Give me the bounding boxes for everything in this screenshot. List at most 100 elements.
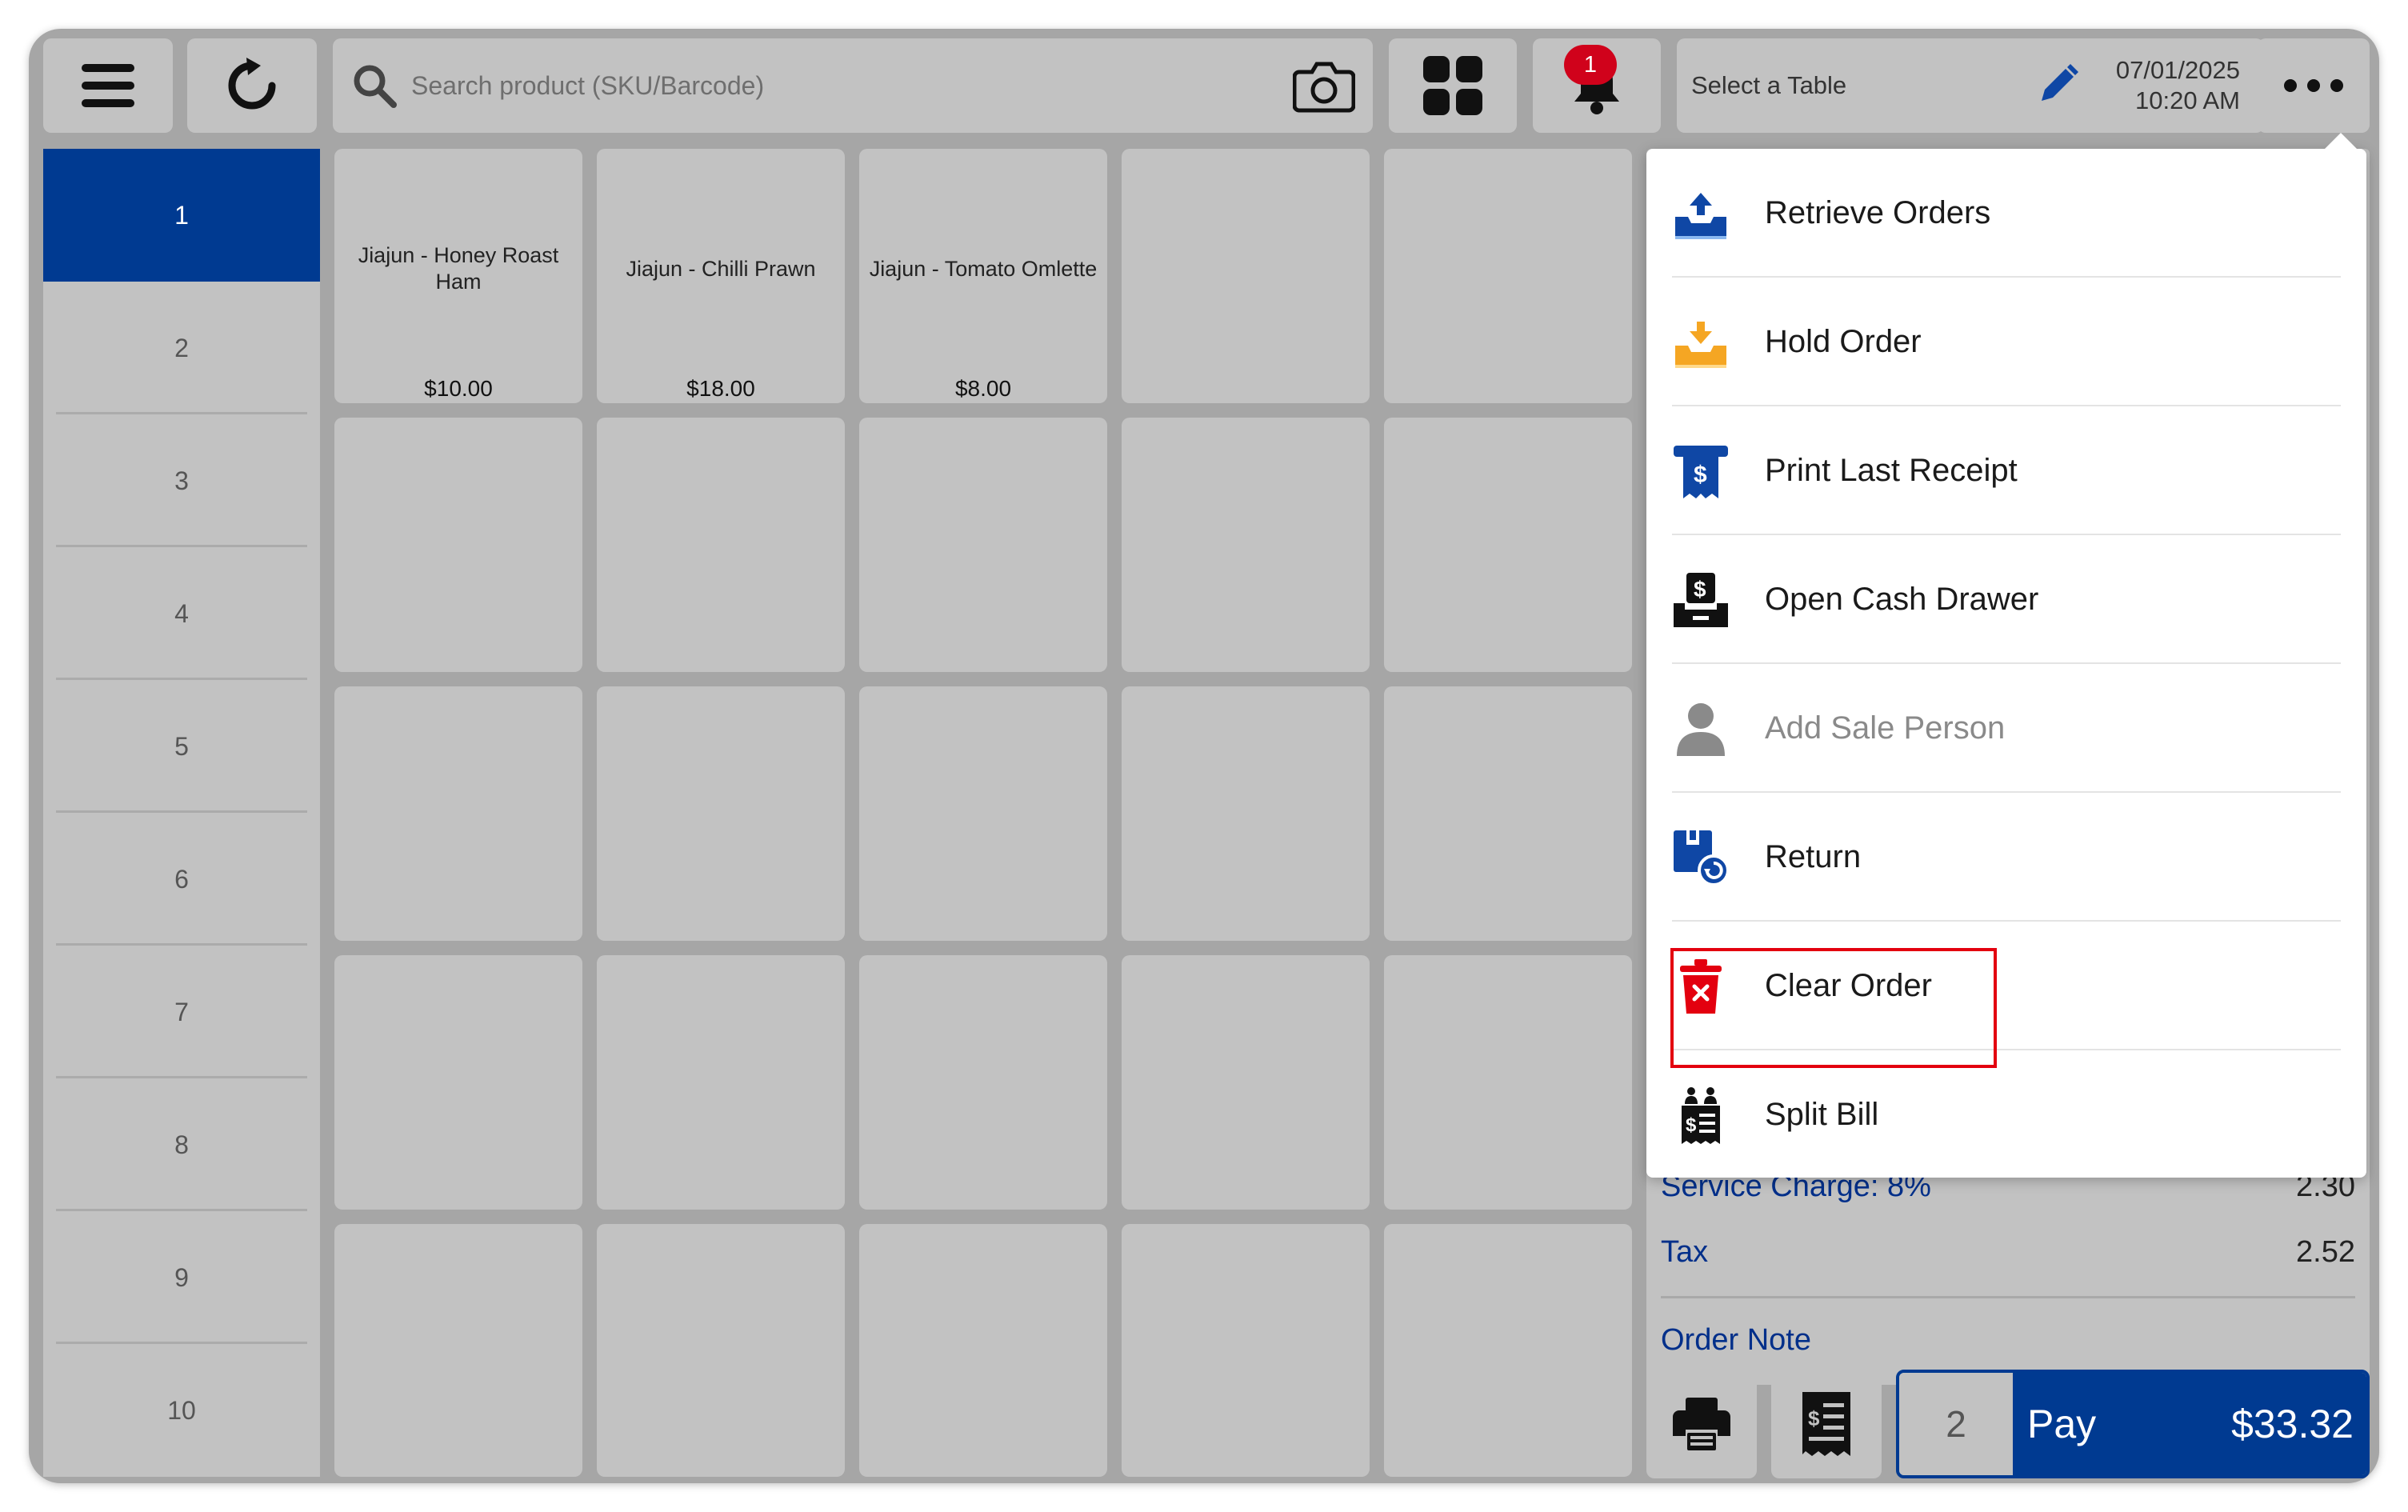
date-text: 07/01/2025 <box>2115 56 2240 84</box>
person-icon <box>1677 702 1725 756</box>
pay-button[interactable]: Pay $33.32 <box>2013 1373 2366 1475</box>
category-item-label: 6 <box>174 864 189 894</box>
pos-screen: 1 Select a Table 07/01/2025 10:20 AM 1 2… <box>29 29 2379 1483</box>
print-button[interactable] <box>1646 1370 1757 1478</box>
category-item-label: 4 <box>174 598 189 628</box>
table-label: Select a Table <box>1691 71 1847 99</box>
menu-item-label: Print Last Receipt <box>1765 453 2018 488</box>
menu-item-label: Retrieve Orders <box>1765 195 1991 230</box>
category-item-3[interactable]: 3 <box>43 414 320 547</box>
category-item-4[interactable]: 4 <box>43 547 320 680</box>
category-item-label: 2 <box>174 333 189 362</box>
product-name: Jiajun - Honey Roast Ham <box>358 243 559 294</box>
empty-tile[interactable] <box>1384 149 1632 403</box>
pay-area: 2 Pay $33.32 <box>1896 1370 2370 1478</box>
category-item-label: 9 <box>174 1262 189 1292</box>
empty-tile[interactable] <box>597 686 845 941</box>
more-options-menu: Retrieve Orders Hold Order $ Print Last … <box>1646 149 2366 1178</box>
menu-item-print-last-receipt[interactable]: $ Print Last Receipt <box>1646 406 2366 535</box>
category-item-9[interactable]: 9 <box>43 1211 320 1344</box>
grid-view-button[interactable] <box>1389 38 1517 133</box>
empty-tile[interactable] <box>334 955 582 1210</box>
guest-count[interactable]: 2 <box>1899 1373 2013 1475</box>
search-bar[interactable] <box>333 38 1373 133</box>
svg-text:$: $ <box>1808 1406 1820 1430</box>
category-item-6[interactable]: 6 <box>43 813 320 946</box>
search-input[interactable] <box>411 70 1211 101</box>
category-list: 1 2 3 4 5 6 7 8 9 10 <box>43 149 320 1477</box>
menu-item-retrieve-orders[interactable]: Retrieve Orders <box>1646 149 2366 278</box>
empty-tile[interactable] <box>334 418 582 672</box>
menu-item-add-sale-person[interactable]: Add Sale Person <box>1646 664 2366 793</box>
category-item-10[interactable]: 10 <box>43 1344 320 1477</box>
category-item-label: 5 <box>174 731 189 761</box>
menu-item-hold-order[interactable]: Hold Order <box>1646 278 2366 406</box>
hamburger-icon <box>82 64 134 107</box>
empty-tile[interactable] <box>597 418 845 672</box>
empty-tile[interactable] <box>334 1224 582 1477</box>
cash-drawer-icon: $ <box>1674 572 1728 627</box>
category-item-1[interactable]: 1 <box>43 149 320 282</box>
category-item-7[interactable]: 7 <box>43 946 320 1078</box>
product-tile[interactable]: Jiajun - Chilli Prawn $18.00 <box>597 149 845 403</box>
product-name: Jiajun - Chilli Prawn <box>626 256 816 281</box>
menu-button[interactable] <box>43 38 173 133</box>
empty-tile[interactable] <box>1122 686 1370 941</box>
more-options-button[interactable] <box>2258 38 2370 133</box>
menu-item-label: Add Sale Person <box>1765 710 2006 746</box>
empty-tile[interactable] <box>859 686 1107 941</box>
menu-item-split-bill[interactable]: $ Split Bill <box>1646 1050 2366 1179</box>
pay-label: Pay <box>2027 1402 2097 1446</box>
empty-tile[interactable] <box>859 955 1107 1210</box>
product-tile[interactable]: Jiajun - Honey Roast Ham $10.00 <box>334 149 582 403</box>
tray-download-icon <box>1675 321 1726 368</box>
printer-icon <box>1673 1398 1730 1450</box>
category-item-label: 3 <box>174 466 189 495</box>
category-item-2[interactable]: 2 <box>43 282 320 414</box>
empty-tile[interactable] <box>1384 955 1632 1210</box>
more-dots-icon <box>2284 79 2343 92</box>
empty-tile[interactable] <box>1122 418 1370 672</box>
empty-tile[interactable] <box>1384 1224 1632 1477</box>
menu-item-label: Open Cash Drawer <box>1765 582 2039 617</box>
notification-badge: 1 <box>1564 45 1617 85</box>
camera-icon[interactable] <box>1293 58 1355 114</box>
empty-tile[interactable] <box>597 955 845 1210</box>
grid-icon <box>1423 56 1482 115</box>
category-item-5[interactable]: 5 <box>43 680 320 813</box>
empty-tile[interactable] <box>1122 955 1370 1210</box>
empty-tile[interactable] <box>1122 1224 1370 1477</box>
product-tile[interactable]: Jiajun - Tomato Omlette $8.00 <box>859 149 1107 403</box>
bill-button[interactable]: $ <box>1771 1370 1882 1478</box>
empty-tile[interactable] <box>1122 149 1370 403</box>
menu-item-open-cash-drawer[interactable]: $ Open Cash Drawer <box>1646 535 2366 664</box>
popover-arrow <box>2323 133 2358 150</box>
category-item-8[interactable]: 8 <box>43 1078 320 1211</box>
svg-text:$: $ <box>1694 577 1706 602</box>
divider <box>1661 1296 2355 1298</box>
empty-tile[interactable] <box>859 1224 1107 1477</box>
product-name: Jiajun - Tomato Omlette <box>869 256 1098 281</box>
product-price: $10.00 <box>424 376 493 401</box>
empty-tile[interactable] <box>859 418 1107 672</box>
return-box-icon <box>1674 830 1730 886</box>
date-time-display: 07/01/2025 10:20 AM <box>2085 38 2264 133</box>
receipt-icon: $ <box>1802 1392 1850 1456</box>
tax-label: Tax <box>1661 1235 1709 1269</box>
receipt-dollar-icon: $ <box>1674 445 1728 498</box>
empty-tile[interactable] <box>1384 686 1632 941</box>
refresh-button[interactable] <box>187 38 317 133</box>
empty-tile[interactable] <box>334 686 582 941</box>
pencil-icon[interactable] <box>2035 62 2080 107</box>
category-item-label: 7 <box>174 997 189 1026</box>
order-note-link[interactable]: Order Note <box>1661 1323 2355 1358</box>
empty-tile[interactable] <box>1384 418 1632 672</box>
tray-upload-icon <box>1675 192 1726 239</box>
svg-text:$: $ <box>1686 1114 1697 1136</box>
menu-item-return[interactable]: Return <box>1646 793 2366 922</box>
tax-row: Tax 2.52 <box>1661 1235 2355 1270</box>
empty-tile[interactable] <box>597 1224 845 1477</box>
category-item-label: 10 <box>167 1395 196 1425</box>
table-selector[interactable]: Select a Table <box>1677 38 2109 133</box>
pay-amount: $33.32 <box>2231 1402 2354 1446</box>
